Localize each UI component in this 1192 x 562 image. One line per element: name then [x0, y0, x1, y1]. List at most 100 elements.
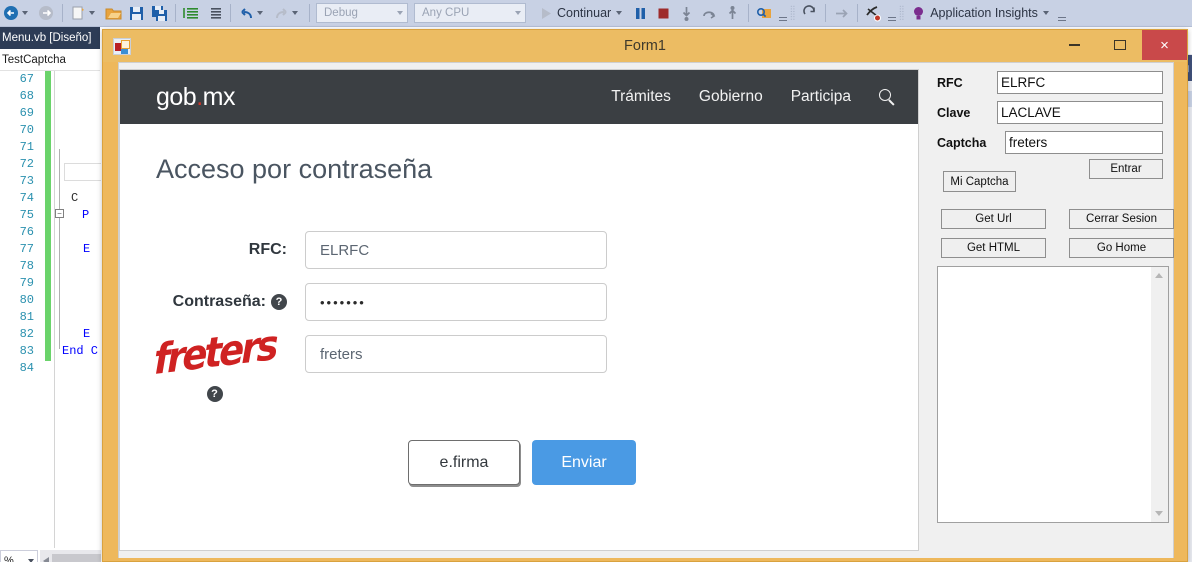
minimize-icon	[1069, 44, 1080, 46]
forward-arrow-icon	[38, 5, 55, 22]
comment-lines-button[interactable]	[180, 1, 203, 25]
editor-zoom-select[interactable]: %	[0, 550, 38, 562]
password-label: Contraseña:	[172, 293, 266, 310]
step-out-button[interactable]	[721, 1, 744, 25]
nav-item-participa[interactable]: Participa	[791, 88, 851, 106]
code-text-area[interactable]: − E C P E End C	[55, 71, 101, 548]
password-input[interactable]	[305, 283, 607, 321]
navigate-forward-button[interactable]	[35, 1, 58, 25]
vs-toolbar: Debug Any CPU Continuar Application Insi…	[0, 0, 1192, 27]
help-icon[interactable]: ?	[206, 386, 223, 403]
nav-item-tramites[interactable]: Trámites	[611, 88, 671, 106]
chevron-down-icon[interactable]	[292, 11, 298, 15]
back-arrow-icon	[3, 5, 20, 22]
document-tab-menu-vb[interactable]: Menu.vb [Diseño]	[0, 27, 100, 49]
disable-breakpoints-button[interactable]	[862, 1, 885, 25]
chevron-down-icon[interactable]	[22, 11, 28, 15]
toolbar-overflow-button[interactable]	[1058, 5, 1067, 21]
cerrar-sesion-button[interactable]: Cerrar Sesion	[1069, 209, 1174, 229]
panel-clave-input[interactable]	[997, 101, 1163, 124]
line-number: 70	[19, 123, 34, 137]
entrar-button[interactable]: Entrar	[1089, 159, 1163, 179]
continue-button[interactable]: Continuar	[534, 1, 629, 25]
solution-configuration-value: Debug	[324, 7, 358, 19]
site-navigation: Trámites Gobierno Participa	[611, 88, 896, 106]
rfc-input[interactable]	[305, 231, 607, 269]
line-number-gutter: 67 68 69 70 71 72 73 74 75 76 77 78 79 8…	[0, 71, 38, 377]
next-bookmark-button[interactable]	[830, 1, 853, 25]
collapse-region-toggle[interactable]: −	[55, 209, 64, 218]
close-button[interactable]: ×	[1142, 30, 1187, 60]
solution-configuration-select[interactable]: Debug	[316, 3, 408, 23]
get-url-button[interactable]: Get Url	[941, 209, 1046, 229]
chevron-down-icon[interactable]	[89, 11, 95, 15]
close-icon: ×	[1160, 36, 1169, 54]
go-home-button[interactable]: Go Home	[1069, 238, 1174, 258]
panel-clave-label: Clave	[937, 105, 971, 120]
play-icon	[537, 5, 554, 22]
scrollbar-thumb[interactable]	[52, 553, 101, 562]
chevron-down-icon[interactable]	[257, 11, 263, 15]
navigate-backward-button[interactable]	[0, 1, 35, 25]
enviar-button[interactable]: Enviar	[532, 440, 636, 486]
minimize-button[interactable]	[1052, 30, 1097, 60]
application-insights-button[interactable]: Application Insights	[907, 1, 1056, 25]
web-browser-control[interactable]: gob.mx Trámites Gobierno Participa Acces…	[119, 69, 919, 551]
solution-platform-select[interactable]: Any CPU	[414, 3, 526, 23]
toolbar-separator	[175, 4, 176, 22]
scroll-up-icon[interactable]	[1155, 273, 1163, 278]
uncomment-lines-button[interactable]	[203, 1, 226, 25]
refresh-icon	[801, 4, 818, 22]
undo-button[interactable]	[235, 1, 270, 25]
scroll-left-icon[interactable]	[43, 556, 49, 562]
pause-button[interactable]	[629, 1, 652, 25]
refresh-button[interactable]	[798, 1, 821, 25]
scroll-down-icon[interactable]	[1155, 511, 1163, 516]
open-file-button[interactable]	[102, 1, 125, 25]
form1-window: Form1 × gob.mx Trámites Gobierno Partici…	[102, 29, 1188, 562]
new-project-button[interactable]	[67, 1, 102, 25]
intellisense-popup[interactable]	[64, 163, 101, 181]
code-editor[interactable]: 67 68 69 70 71 72 73 74 75 76 77 78 79 8…	[0, 71, 101, 548]
unsaved-changes-indicator	[45, 71, 51, 361]
stop-debugging-button[interactable]	[652, 1, 675, 25]
search-folder-icon	[756, 5, 773, 22]
toolbar-overflow-button[interactable]	[778, 5, 787, 21]
find-in-files-button[interactable]	[753, 1, 776, 25]
efirma-button[interactable]: e.firma	[408, 440, 520, 486]
captcha-image: freters	[153, 320, 276, 385]
toolbar-drag-handle[interactable]	[790, 5, 796, 21]
chevron-down-icon[interactable]	[1042, 11, 1049, 15]
step-out-icon	[724, 5, 741, 22]
code-fold-guide	[59, 149, 60, 349]
breadcrumb[interactable]: TestCaptcha	[0, 49, 100, 71]
save-all-button[interactable]	[148, 1, 171, 25]
panel-rfc-input[interactable]	[997, 71, 1163, 94]
redo-button[interactable]	[270, 1, 305, 25]
pause-icon	[632, 5, 649, 22]
get-html-button[interactable]: Get HTML	[941, 238, 1046, 258]
search-icon[interactable]	[879, 88, 896, 106]
step-over-button[interactable]	[698, 1, 721, 25]
output-textarea[interactable]	[937, 266, 1169, 523]
logo-gob: gob	[156, 82, 197, 111]
mi-captcha-button[interactable]: Mi Captcha	[943, 171, 1016, 192]
save-button[interactable]	[125, 1, 148, 25]
help-icon[interactable]: ?	[271, 294, 287, 310]
chevron-down-icon[interactable]	[616, 11, 623, 15]
toolbar-drag-handle[interactable]	[899, 5, 905, 21]
nav-item-gobierno[interactable]: Gobierno	[699, 88, 763, 106]
gobmx-logo[interactable]: gob.mx	[156, 82, 236, 112]
new-project-icon	[70, 5, 87, 22]
panel-captcha-input[interactable]	[1005, 131, 1163, 154]
redo-arrow-icon	[273, 5, 290, 22]
toolbar-overflow-button[interactable]	[887, 5, 896, 21]
chevron-down-icon	[397, 11, 403, 15]
form1-title-bar[interactable]: Form1 ×	[103, 30, 1187, 62]
output-vertical-scrollbar[interactable]	[1151, 267, 1168, 522]
save-all-icon	[151, 5, 168, 22]
step-into-button[interactable]	[675, 1, 698, 25]
captcha-input[interactable]	[305, 335, 607, 373]
editor-horizontal-scrollbar[interactable]	[40, 550, 101, 562]
maximize-button[interactable]	[1097, 30, 1142, 60]
